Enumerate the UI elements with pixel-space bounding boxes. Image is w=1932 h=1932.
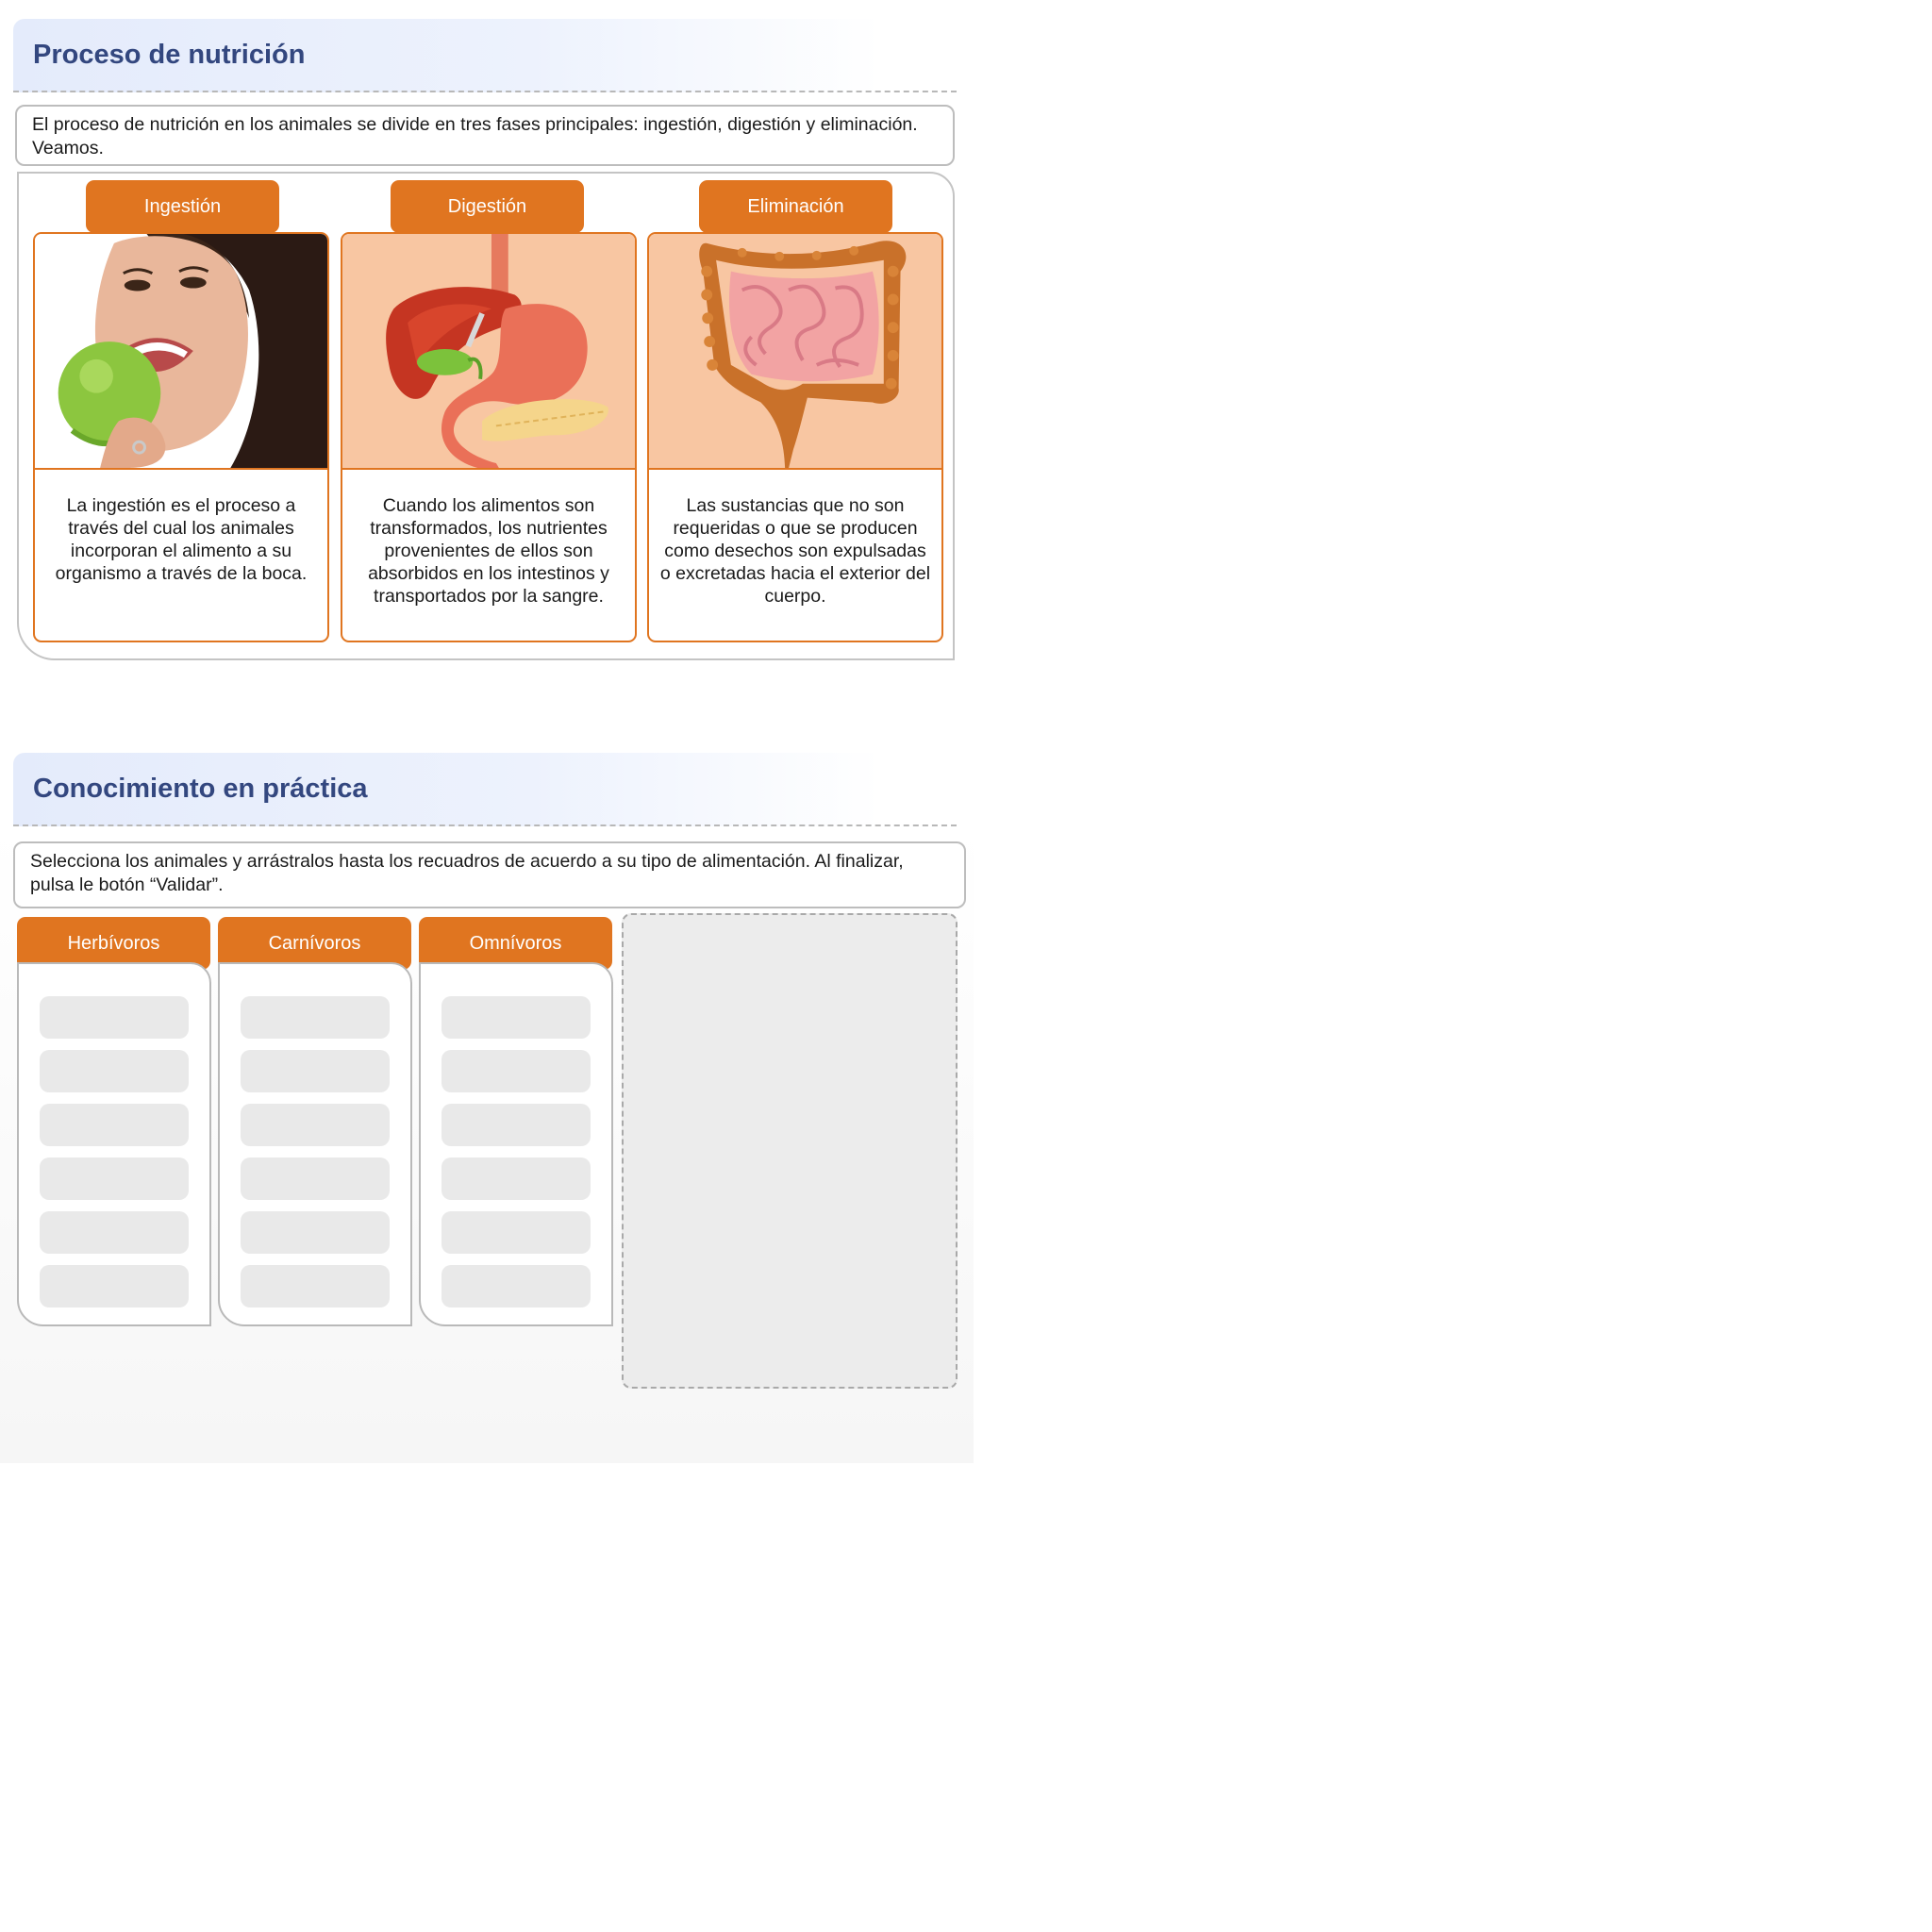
instructions-text: Selecciona los animales y arrástralos ha… xyxy=(30,851,904,895)
phase-description: La ingestión es el proceso a través del … xyxy=(55,495,308,584)
drop-slot[interactable] xyxy=(241,1104,390,1146)
category-label: Carnívoros xyxy=(268,932,361,954)
drop-slot[interactable] xyxy=(40,1104,189,1146)
drop-slot[interactable] xyxy=(441,1104,591,1146)
drop-zone-carnivores[interactable] xyxy=(218,962,412,1326)
drop-zone-herbivores[interactable] xyxy=(17,962,211,1326)
person-eating-apple-image xyxy=(35,234,327,470)
drop-slot[interactable] xyxy=(441,996,591,1039)
section-title: Conocimiento en práctica xyxy=(33,774,368,804)
drop-slot[interactable] xyxy=(441,1265,591,1307)
drop-slot[interactable] xyxy=(40,1158,189,1200)
phase-card-ingestion: La ingestión es el proceso a través del … xyxy=(33,232,329,642)
instructions-box: Selecciona los animales y arrástralos ha… xyxy=(13,841,966,908)
tab-ingestion: Ingestión xyxy=(86,180,279,233)
phase-description: Las sustancias que no son requeridas o q… xyxy=(659,495,931,607)
drop-slot[interactable] xyxy=(441,1158,591,1200)
drop-slot[interactable] xyxy=(441,1211,591,1254)
drop-slot[interactable] xyxy=(241,996,390,1039)
drop-slot[interactable] xyxy=(40,1265,189,1307)
category-label: Herbívoros xyxy=(67,932,160,954)
drop-zone-omnivores[interactable] xyxy=(419,962,613,1326)
tab-digestion: Digestión xyxy=(391,180,584,233)
tab-elimination: Eliminación xyxy=(699,180,892,233)
animal-bank-area[interactable] xyxy=(622,913,958,1389)
section-header-nutrition: Proceso de nutrición xyxy=(13,19,957,92)
intro-text-box: El proceso de nutrición en los animales … xyxy=(15,105,955,166)
intestines-image xyxy=(649,234,941,470)
tab-label: Eliminación xyxy=(747,195,844,217)
page: Proceso de nutrición El proceso de nutri… xyxy=(0,0,1932,1932)
intro-text: El proceso de nutrición en los animales … xyxy=(32,114,918,158)
drop-slot[interactable] xyxy=(241,1158,390,1200)
drop-slot[interactable] xyxy=(241,1265,390,1307)
drop-slot[interactable] xyxy=(441,1050,591,1092)
tab-label: Digestión xyxy=(447,195,527,217)
section-title: Proceso de nutrición xyxy=(33,40,306,70)
tab-label: Ingestión xyxy=(143,195,222,217)
drop-slot[interactable] xyxy=(40,1050,189,1092)
drop-slot[interactable] xyxy=(40,996,189,1039)
section-header-practice: Conocimiento en práctica xyxy=(13,753,957,826)
digestive-organs-image xyxy=(342,234,635,470)
phase-card-elimination: Las sustancias que no son requeridas o q… xyxy=(647,232,943,642)
drop-slot[interactable] xyxy=(241,1211,390,1254)
category-label: Omnívoros xyxy=(469,932,562,954)
phase-description: Cuando los alimentos son transformados, … xyxy=(368,495,609,607)
drop-slot[interactable] xyxy=(40,1211,189,1254)
phase-card-digestion: Cuando los alimentos son transformados, … xyxy=(341,232,637,642)
drop-slot[interactable] xyxy=(241,1050,390,1092)
